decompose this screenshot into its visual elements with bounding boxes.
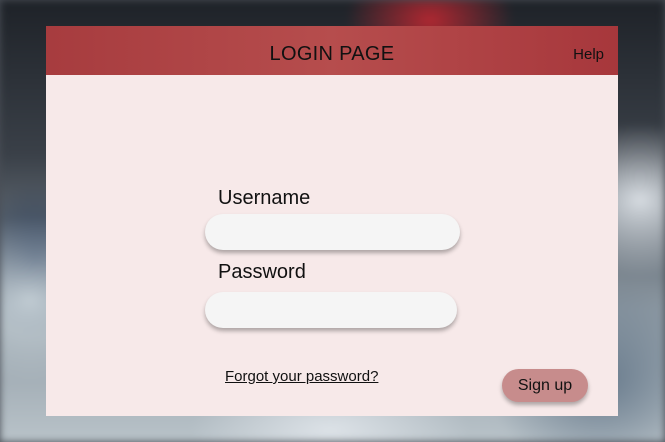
password-label: Password xyxy=(218,261,306,283)
username-input[interactable] xyxy=(205,214,460,250)
forgot-password-link[interactable]: Forgot your password? xyxy=(225,368,378,385)
page-title: LOGIN PAGE xyxy=(269,43,395,65)
header-bar: LOGIN PAGE Help xyxy=(46,26,618,75)
password-input[interactable] xyxy=(205,292,457,328)
username-label: Username xyxy=(218,187,311,209)
help-link[interactable]: Help xyxy=(573,46,604,63)
login-window: LOGIN PAGE Help Username Password Forgot… xyxy=(46,26,618,416)
sign-up-button[interactable]: Sign up xyxy=(502,369,588,402)
